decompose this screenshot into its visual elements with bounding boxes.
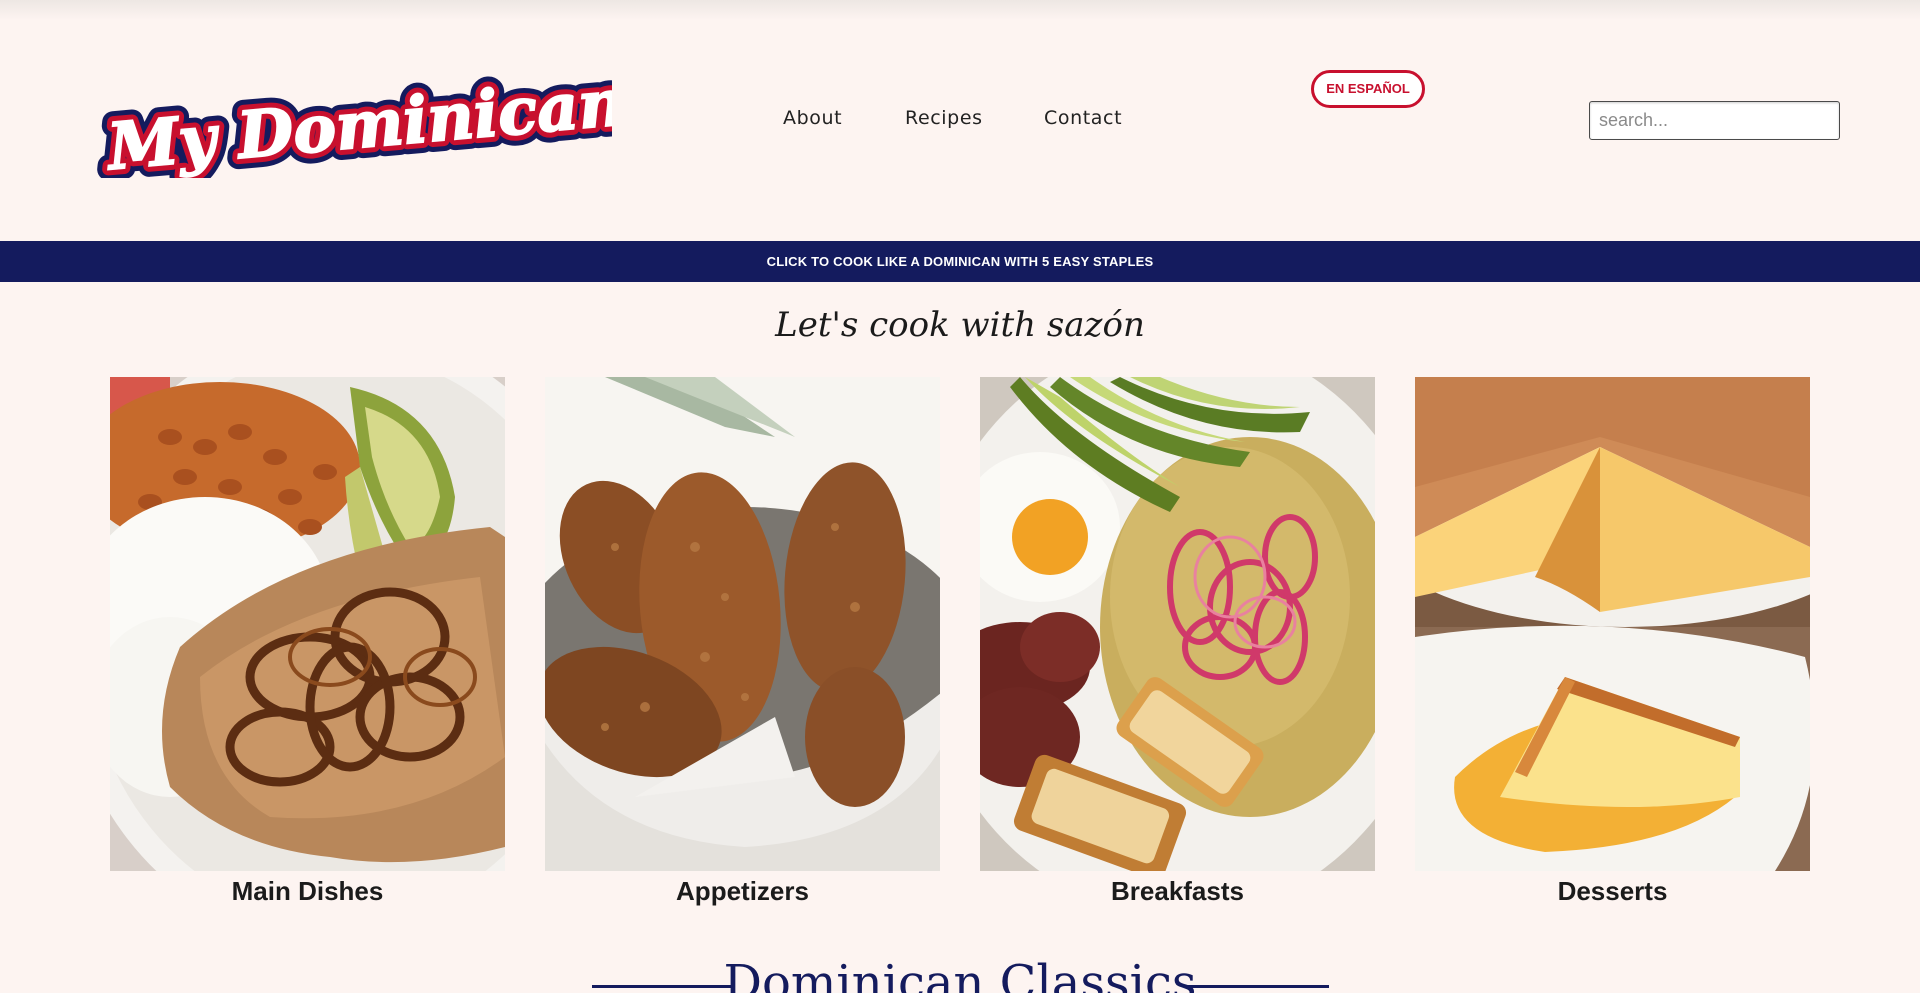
top-shadow	[0, 0, 1920, 20]
breakfasts-image[interactable]	[980, 377, 1375, 871]
category-label[interactable]: Appetizers	[545, 876, 940, 907]
site-logo[interactable]: My Dominican Recipes My Dominican Recipe…	[92, 48, 612, 178]
section-title: Dominican Classics	[723, 955, 1197, 993]
language-toggle-button[interactable]: EN ESPAÑOL	[1311, 70, 1425, 108]
category-card-appetizers[interactable]: Appetizers	[545, 377, 940, 907]
nav-recipes[interactable]: Recipes	[905, 107, 983, 129]
section-heading: Dominican Classics	[0, 955, 1920, 993]
category-label[interactable]: Desserts	[1415, 876, 1810, 907]
category-label[interactable]: Breakfasts	[980, 876, 1375, 907]
category-card-desserts[interactable]: Desserts	[1415, 377, 1810, 907]
nav-contact[interactable]: Contact	[1044, 107, 1122, 129]
desserts-image[interactable]	[1415, 377, 1810, 871]
main-dishes-image[interactable]	[110, 377, 505, 871]
category-card-breakfasts[interactable]: Breakfasts	[980, 377, 1375, 907]
logo-text: My Dominican Recipes	[103, 48, 612, 178]
hero-tagline: Let's cook with sazón	[775, 305, 1145, 345]
appetizers-image[interactable]	[545, 377, 940, 871]
nav-about[interactable]: About	[783, 107, 842, 129]
heading-divider-right	[1186, 985, 1329, 988]
search-input[interactable]	[1589, 101, 1840, 140]
category-label[interactable]: Main Dishes	[110, 876, 505, 907]
category-card-main-dishes[interactable]: Main Dishes	[110, 377, 505, 907]
promo-banner[interactable]: CLICK TO COOK LIKE A DOMINICAN WITH 5 EA…	[0, 241, 1920, 282]
